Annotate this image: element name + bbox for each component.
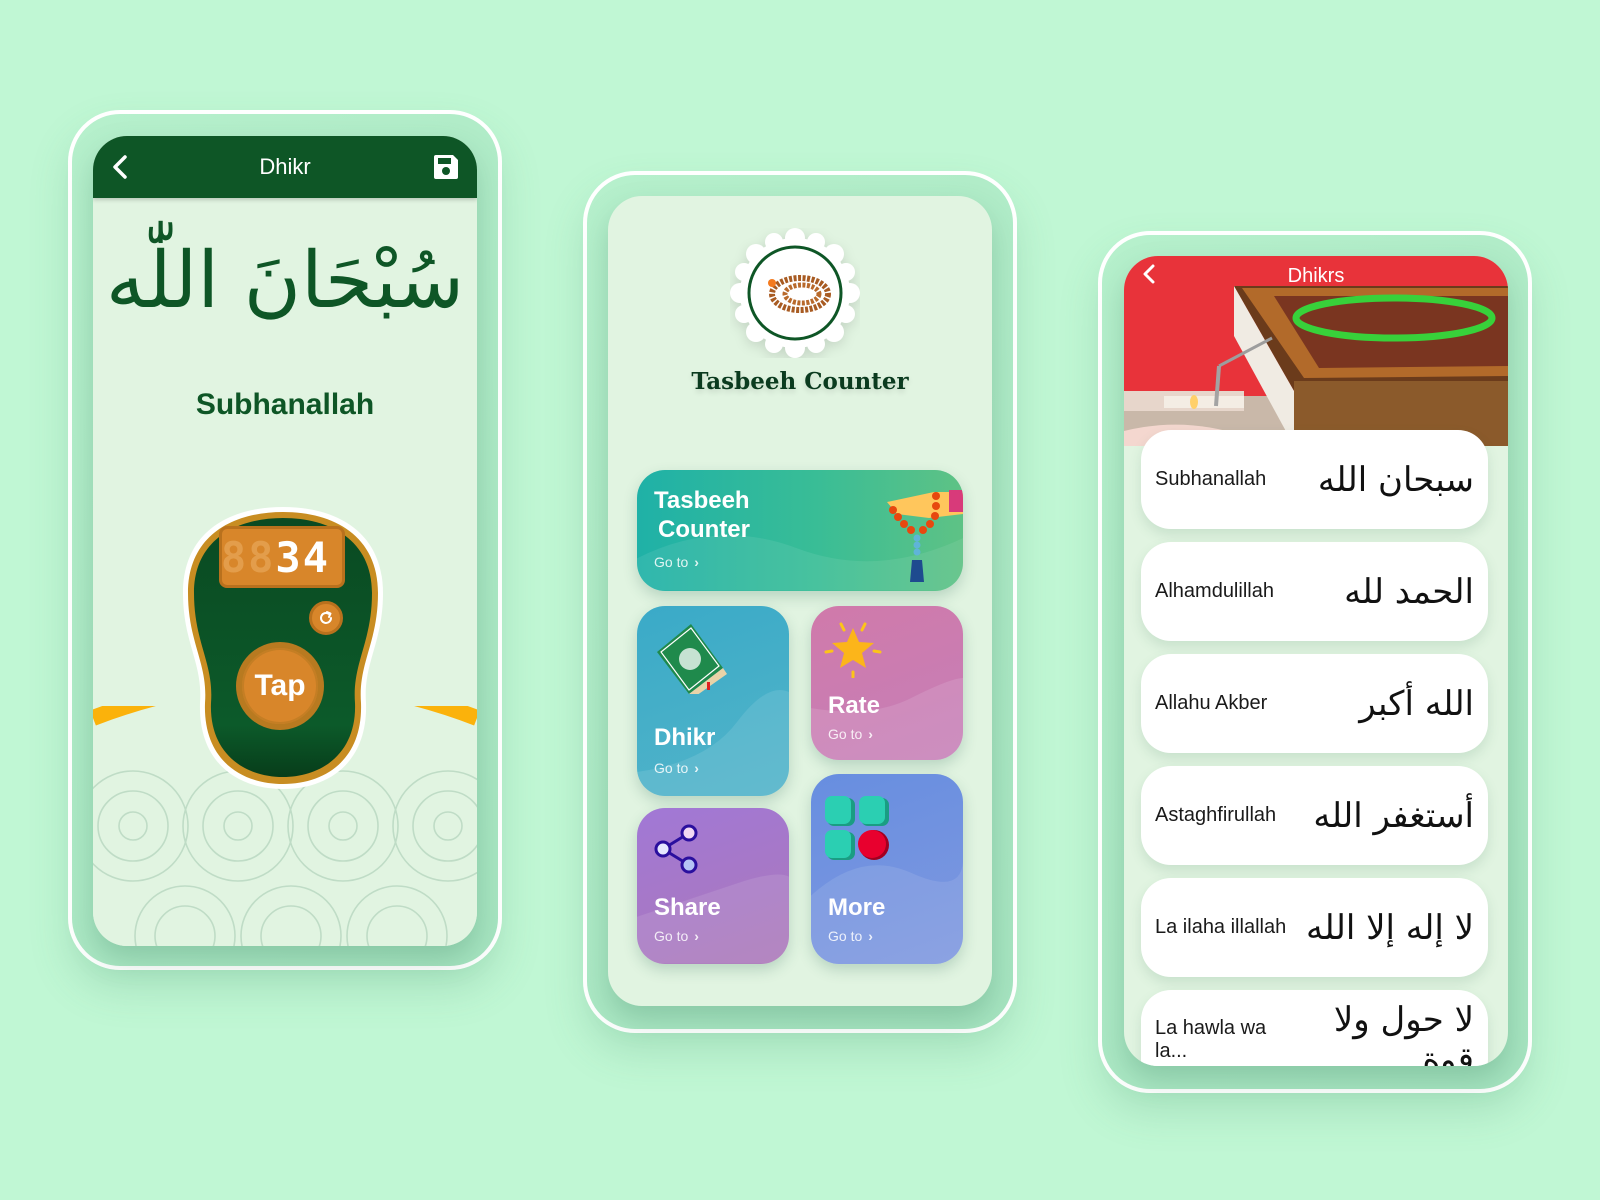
arabic-calligraphy: الحمد لله [1344, 571, 1474, 612]
share-icon [654, 824, 698, 874]
dhikr-list-item[interactable]: Subhanallah سبحان الله [1141, 430, 1488, 529]
app-title: Tasbeeh Counter [691, 368, 909, 395]
refresh-icon [320, 611, 332, 624]
dhikr-list-item[interactable]: Allahu Akber الله أكبر [1141, 654, 1488, 753]
arabic-calligraphy: سُبْحَانَ اللّٰه [105, 236, 465, 326]
chevron-right-icon: › [694, 554, 699, 570]
arabic-calligraphy: أستغفر الله [1313, 795, 1474, 836]
chevron-left-icon [113, 155, 127, 179]
chevron-left-icon [1143, 264, 1155, 284]
dhikr-list-screen: Dhikrs Subhanallah سبحان الله Alhamdulil… [1124, 256, 1508, 1066]
arabic-calligraphy: لا حول ولا قوة [1333, 999, 1474, 1067]
chevron-right-icon: › [694, 760, 699, 776]
floppy-disk-icon [434, 155, 458, 179]
tile-title: Share [654, 894, 721, 921]
tile-title-line2: Counter [658, 516, 750, 543]
chevron-right-icon: › [868, 726, 873, 742]
tile-rate[interactable]: Rate Go to › [811, 606, 963, 760]
back-button[interactable] [1138, 262, 1166, 290]
star-icon [824, 622, 882, 678]
chevron-right-icon: › [694, 928, 699, 944]
counter-app-bar: Dhikr [93, 136, 477, 198]
go-to-label: Go to [828, 928, 863, 944]
dhikr-list-item[interactable]: La ilaha illallah لا إله إلا الله [1141, 878, 1488, 977]
apps-grid-icon [825, 796, 889, 860]
go-to-label: Go to [654, 760, 689, 776]
counter-ghost-digits: 88 [220, 532, 276, 582]
dhikr-list-item[interactable]: Astaghfirullah أستغفر الله [1141, 766, 1488, 865]
tile-tasbeeh-counter[interactable]: Tasbeeh Counter Go to › [637, 470, 963, 591]
quran-book-icon [657, 624, 727, 694]
dhikr-name: La ilaha illallah [1155, 916, 1287, 938]
dhikr-name: Allahu Akber [1155, 692, 1268, 714]
tile-title: Dhikr [654, 724, 716, 751]
go-to-link[interactable]: Go to › [828, 726, 873, 742]
tile-title: Rate [828, 692, 881, 719]
arabic-calligraphy: الله أكبر [1359, 683, 1474, 724]
dhikr-list: Subhanallah سبحان الله Alhamdulillah الح… [1141, 430, 1488, 1066]
go-to-link[interactable]: Go to › [654, 760, 699, 776]
arabic-calligraphy: لا إله إلا الله [1306, 907, 1474, 948]
reset-button[interactable] [309, 601, 343, 635]
go-to-label: Go to [654, 554, 689, 570]
go-to-link[interactable]: Go to › [654, 554, 699, 570]
app-bar-title: Dhikr [259, 154, 311, 179]
arabic-calligraphy: سبحان الله [1317, 459, 1474, 500]
go-to-link[interactable]: Go to › [828, 928, 873, 944]
tile-title-line1: Tasbeeh [654, 487, 750, 514]
dhikr-name: La hawla wa la... [1155, 1016, 1267, 1062]
dhikr-name: Alhamdulillah [1155, 580, 1274, 602]
tile-more[interactable]: More Go to › [811, 774, 963, 964]
tap-button[interactable]: Tap [236, 642, 324, 730]
tile-title: More [828, 894, 886, 921]
dhikr-name: Subhanallah [1155, 468, 1267, 490]
go-to-label: Go to [654, 928, 689, 944]
tile-dhikr[interactable]: Dhikr Go to › [637, 606, 789, 796]
tile-title: Tasbeeh Counter [654, 486, 750, 544]
go-to-label: Go to [828, 726, 863, 742]
go-to-link[interactable]: Go to › [654, 928, 699, 944]
app-bar-title: Dhikrs [1287, 264, 1345, 287]
dhikr-name: Subhanallah [195, 388, 375, 421]
counter-value: 34 [275, 532, 330, 582]
save-button[interactable] [431, 152, 461, 182]
home-screen: Tasbeeh Counter Tasbeeh Counter Go to › D… [608, 196, 992, 1006]
dhikr-list-item[interactable]: Alhamdulillah الحمد لله [1141, 542, 1488, 641]
dhikr-name: Astaghfirullah [1155, 804, 1277, 826]
back-button[interactable] [107, 153, 135, 181]
list-app-bar: Dhikrs [1124, 256, 1508, 296]
counter-display: 88 34 [219, 526, 345, 588]
hand-with-beads-icon [887, 490, 963, 582]
tile-share[interactable]: Share Go to › [637, 808, 789, 964]
counter-screen: Dhikr سُبْحَانَ اللّٰه Subhanallah 88 34… [93, 136, 477, 946]
prayer-beads-icon [730, 228, 860, 358]
dhikr-list-item[interactable]: La hawla wa la... لا حول ولا قوة [1141, 990, 1488, 1066]
chevron-right-icon: › [868, 928, 873, 944]
